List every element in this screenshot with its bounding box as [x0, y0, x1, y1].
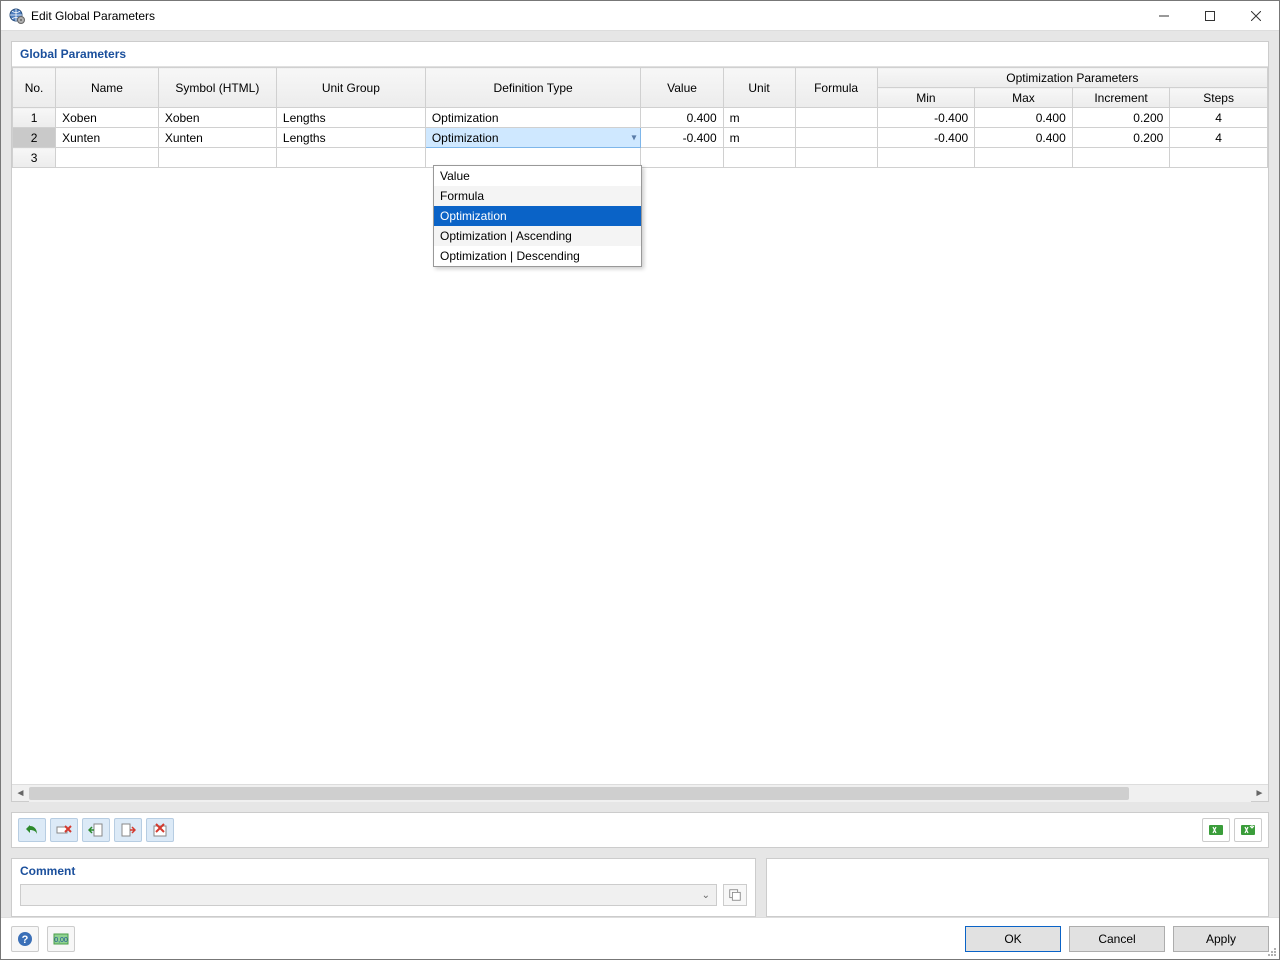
cell-min[interactable]: -0.400	[877, 128, 975, 148]
titlebar: Edit Global Parameters	[1, 1, 1279, 31]
svg-text:?: ?	[22, 934, 29, 946]
cell-unit-group[interactable]: Lengths	[276, 108, 425, 128]
col-steps[interactable]: Steps	[1170, 88, 1268, 108]
cell-def-type[interactable]: Optimization	[425, 108, 641, 128]
shift-right-button[interactable]	[114, 818, 142, 842]
col-unit[interactable]: Unit	[723, 68, 795, 108]
cell-value[interactable]	[641, 148, 723, 168]
excel-import-button[interactable]	[1234, 818, 1262, 842]
scroll-right-icon[interactable]: ►	[1251, 785, 1268, 802]
row-number[interactable]: 2	[13, 128, 56, 148]
delete-row-button[interactable]	[50, 818, 78, 842]
cell-name[interactable]	[56, 148, 159, 168]
undo-button[interactable]	[18, 818, 46, 842]
cell-unit[interactable]: m	[723, 128, 795, 148]
cell-name[interactable]: Xunten	[56, 128, 159, 148]
col-increment[interactable]: Increment	[1072, 88, 1170, 108]
grid-area: No. Name Symbol (HTML) Unit Group Defini…	[12, 67, 1268, 784]
parameters-table[interactable]: No. Name Symbol (HTML) Unit Group Defini…	[12, 67, 1268, 168]
comment-select[interactable]: ⌄	[20, 884, 717, 906]
delete-all-button[interactable]	[146, 818, 174, 842]
col-max[interactable]: Max	[975, 88, 1073, 108]
comment-library-button[interactable]	[723, 884, 747, 906]
cell-increment[interactable]: 0.200	[1072, 108, 1170, 128]
cell-steps[interactable]: 4	[1170, 128, 1268, 148]
scroll-left-icon[interactable]: ◄	[12, 785, 29, 802]
cell-symbol[interactable]: Xoben	[158, 108, 276, 128]
cell-def-type-dropdown[interactable]: Optimization ▾	[425, 128, 641, 148]
svg-text:0,00: 0,00	[54, 937, 68, 944]
cell-unit-group[interactable]	[276, 148, 425, 168]
scroll-track[interactable]	[29, 785, 1251, 802]
cell-unit[interactable]: m	[723, 108, 795, 128]
cell-value[interactable]: 0.400	[641, 108, 723, 128]
dropdown-item[interactable]: Optimization | Descending	[434, 246, 641, 266]
cell-value[interactable]: -0.400	[641, 128, 723, 148]
panel-title: Global Parameters	[12, 42, 1268, 67]
excel-export-button[interactable]	[1202, 818, 1230, 842]
cell-formula[interactable]	[795, 148, 877, 168]
row-number[interactable]: 3	[13, 148, 56, 168]
horizontal-scrollbar[interactable]: ◄ ►	[12, 784, 1268, 801]
maximize-button[interactable]	[1187, 1, 1233, 31]
table-row[interactable]: 2 Xunten Xunten Lengths Optimization ▾ -…	[13, 128, 1268, 148]
table-row[interactable]: 1 Xoben Xoben Lengths Optimization 0.400…	[13, 108, 1268, 128]
units-button[interactable]: 0,00	[47, 926, 75, 952]
col-unit-group[interactable]: Unit Group	[276, 68, 425, 108]
dialog-body: Global Parameters No. Name Symbol (HTML)…	[1, 31, 1279, 917]
global-parameters-panel: Global Parameters No. Name Symbol (HTML)…	[11, 41, 1269, 802]
cancel-button[interactable]: Cancel	[1069, 926, 1165, 952]
cell-increment[interactable]	[1072, 148, 1170, 168]
cell-min[interactable]	[877, 148, 975, 168]
shift-left-button[interactable]	[82, 818, 110, 842]
cell-min[interactable]: -0.400	[877, 108, 975, 128]
cell-max[interactable]	[975, 148, 1073, 168]
ok-button[interactable]: OK	[965, 926, 1061, 952]
col-name[interactable]: Name	[56, 68, 159, 108]
cell-increment[interactable]: 0.200	[1072, 128, 1170, 148]
help-button[interactable]: ?	[11, 926, 39, 952]
col-def-type[interactable]: Definition Type	[425, 68, 641, 108]
dropdown-item[interactable]: Formula	[434, 186, 641, 206]
col-no[interactable]: No.	[13, 68, 56, 108]
preview-panel	[766, 858, 1269, 917]
cell-unit-group[interactable]: Lengths	[276, 128, 425, 148]
scroll-thumb[interactable]	[29, 787, 1129, 800]
comment-label: Comment	[20, 864, 747, 878]
dropdown-item[interactable]: Optimization	[434, 206, 641, 226]
cell-symbol[interactable]	[158, 148, 276, 168]
close-button[interactable]	[1233, 1, 1279, 31]
dropdown-item[interactable]: Optimization | Ascending	[434, 226, 641, 246]
resize-grip[interactable]	[1265, 945, 1277, 957]
chevron-down-icon: ⌄	[702, 890, 710, 901]
cell-formula[interactable]	[795, 128, 877, 148]
cell-max[interactable]: 0.400	[975, 108, 1073, 128]
cell-symbol[interactable]: Xunten	[158, 128, 276, 148]
minimize-button[interactable]	[1141, 1, 1187, 31]
apply-button[interactable]: Apply	[1173, 926, 1269, 952]
chevron-down-icon: ▾	[631, 132, 636, 143]
dropdown-item[interactable]: Value	[434, 166, 641, 186]
def-type-dropdown-list[interactable]: Value Formula Optimization Optimization …	[433, 165, 642, 267]
cell-name[interactable]: Xoben	[56, 108, 159, 128]
comment-panel: Comment ⌄	[11, 858, 756, 917]
cell-max[interactable]: 0.400	[975, 128, 1073, 148]
dialog-window: Edit Global Parameters Global Parameters…	[0, 0, 1280, 960]
col-min[interactable]: Min	[877, 88, 975, 108]
col-group-optimization[interactable]: Optimization Parameters	[877, 68, 1267, 88]
col-symbol[interactable]: Symbol (HTML)	[158, 68, 276, 108]
cell-steps[interactable]: 4	[1170, 108, 1268, 128]
bottom-panels: Comment ⌄	[11, 858, 1269, 917]
row-number[interactable]: 1	[13, 108, 56, 128]
dropdown-selected: Optimization	[432, 131, 499, 145]
table-toolbar	[11, 812, 1269, 848]
col-value[interactable]: Value	[641, 68, 723, 108]
app-icon	[9, 8, 25, 24]
col-formula[interactable]: Formula	[795, 68, 877, 108]
cell-formula[interactable]	[795, 108, 877, 128]
dialog-footer: ? 0,00 OK Cancel Apply	[1, 917, 1279, 959]
cell-steps[interactable]	[1170, 148, 1268, 168]
window-title: Edit Global Parameters	[31, 9, 155, 23]
cell-unit[interactable]	[723, 148, 795, 168]
